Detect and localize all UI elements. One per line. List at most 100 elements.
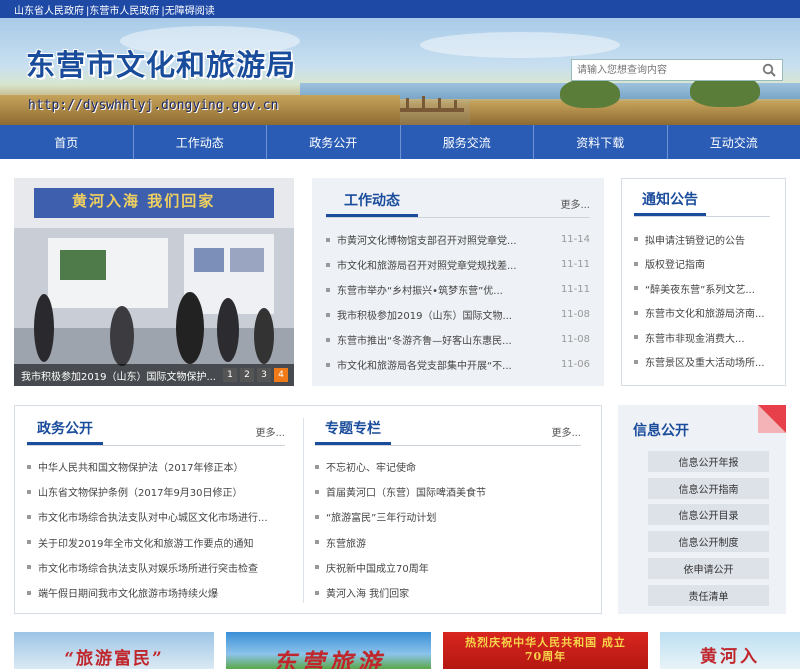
link-dongying-gov[interactable]: |东营市人民政府 [86,2,159,17]
work-news-header: 工作动态 更多... [326,190,590,218]
pier-icon [400,96,464,112]
nav-gov-affairs[interactable]: 政务公开 [267,125,401,159]
slider-page-1[interactable]: 1 [223,368,237,382]
news-slider[interactable]: 黄河入海 我们回家 我市积极参加2019（山东）国际文物保护... 1 2 3 … [14,178,294,386]
list-item[interactable]: 拟申请注销登记的公告 [634,227,778,252]
list-item[interactable]: 中华人民共和国文物保护法（2017年修正本） [27,454,297,479]
list-item[interactable]: 东营市举办“乡村振兴•筑梦东营”优... 11-11 [326,277,590,302]
bullet-icon [27,489,31,494]
bullet-icon [634,310,638,315]
list-item[interactable]: 市文化和旅游局召开对照党章党规找差... 11-11 [326,252,590,277]
gov-more-link[interactable]: 更多... [255,424,285,445]
notice-list: 拟申请注销登记的公告 版权登记指南 “醉美夜东营”系列文艺... 东营市文化和旅… [634,227,778,374]
nav-downloads[interactable]: 资料下载 [534,125,668,159]
special-title: 专题专栏 [315,418,391,445]
banner-70th-anniversary[interactable]: 热烈庆祝中华人民共和国 成立70周年 [443,632,648,669]
special-more-link[interactable]: 更多... [551,424,581,445]
bullet-icon [315,565,319,570]
nav-home[interactable]: 首页 [0,125,134,159]
info-apply-button[interactable]: 依申请公开 [648,558,769,579]
bullet-icon [634,359,638,364]
list-item[interactable]: 黄河入海 我们回家 [315,580,585,605]
list-item[interactable]: 市文化市场综合执法支队对娱乐场所进行突击检查 [27,555,297,580]
notice-panel: 通知公告 拟申请注销登记的公告 版权登记指南 “醉美夜东营”系列文艺... 东营… [621,178,786,386]
work-news-more-link[interactable]: 更多... [560,196,590,217]
list-item[interactable]: 端午假日期间我市文化旅游市场持续火爆 [27,580,297,605]
list-item[interactable]: “醉美夜东营”系列文艺... [634,276,778,301]
link-accessible-reading[interactable]: |无障碍阅读 [161,2,214,17]
site-title: 东营市文化和旅游局 [26,48,297,82]
banner-yellow-river[interactable]: 黄河入 [660,632,800,669]
banner-text: 黄河入 [700,647,760,667]
list-item[interactable]: 关于印发2019年全市文化和旅游工作要点的通知 [27,530,297,555]
bullet-icon [326,337,330,342]
top-links-bar: 山东省人民政府 |东营市人民政府 |无障碍阅读 [0,0,800,18]
search-input[interactable] [572,60,758,80]
slider-pagination: 1 2 3 4 [223,368,288,382]
bullet-icon [634,335,638,340]
bullet-icon [27,590,31,595]
notice-title: 通知公告 [634,189,706,216]
slider-page-2[interactable]: 2 [240,368,254,382]
slider-page-4[interactable]: 4 [274,368,288,382]
nav-interaction[interactable]: 互动交流 [668,125,800,159]
list-item[interactable]: 庆祝新中国成立70周年 [315,555,585,580]
site-url: http://dyswhhlyj.dongying.gov.cn [28,98,279,113]
search-box [571,59,783,81]
cloud-decoration [420,32,620,58]
bullet-icon [326,262,330,267]
bullet-icon [315,464,319,469]
list-item[interactable]: 首届黄河口（东营）国际啤酒美食节 [315,479,585,504]
reed-field-decoration [470,101,800,125]
list-item[interactable]: 不忘初心、牢记使命 [315,454,585,479]
bullet-icon [27,514,31,519]
bullet-icon [326,237,330,242]
list-item[interactable]: 市黄河文化博物馆支部召开对照党章党... 11-14 [326,227,590,252]
bullet-icon [315,590,319,595]
list-item[interactable]: 市文化和旅游局各党支部集中开展“不... 11-06 [326,352,590,377]
list-item[interactable]: 东营市非现金消费大... [634,325,778,350]
tree-decoration [560,78,620,108]
info-disclosure-panel: 信息公开 信息公开年报 信息公开指南 信息公开目录 信息公开制度 依申请公开 责… [618,405,786,614]
gov-special-panel: 政务公开 更多... 中华人民共和国文物保护法（2017年修正本） 山东省文物保… [14,405,602,614]
list-item[interactable]: 版权登记指南 [634,252,778,277]
gov-list: 中华人民共和国文物保护法（2017年修正本） 山东省文物保护条例（2017年9月… [27,454,297,605]
bullet-icon [634,286,638,291]
corner-fold-icon [758,405,786,433]
info-annual-report-button[interactable]: 信息公开年报 [648,451,769,472]
list-item[interactable]: 我市积极参加2019（山东）国际文物... 11-08 [326,302,590,327]
work-news-list: 市黄河文化博物馆支部召开对照党章党... 11-14 市文化和旅游局召开对照党章党… [326,227,590,377]
special-header: 专题专栏 更多... [315,418,581,446]
bullet-icon [326,287,330,292]
nav-work-news[interactable]: 工作动态 [134,125,267,159]
info-guide-button[interactable]: 信息公开指南 [648,478,769,499]
nav-service[interactable]: 服务交流 [401,125,534,159]
list-item[interactable]: 东营景区及重大活动场所... [634,350,778,375]
bullet-icon [315,489,319,494]
list-item[interactable]: 市文化市场综合执法支队对中心城区文化市场进行... [27,504,297,529]
info-system-button[interactable]: 信息公开制度 [648,531,769,552]
work-news-title: 工作动态 [326,190,418,217]
banner-text: 热烈庆祝中华人民共和国 成立70周年 [465,636,626,663]
gov-title: 政务公开 [27,418,103,445]
list-item[interactable]: 东营市推出“冬游齐鲁—好客山东惠民... 11-08 [326,327,590,352]
search-icon[interactable] [758,60,780,80]
banner-dongying-tourism[interactable]: 东营旅游 [226,632,431,669]
banner-text: 东营旅游 [272,648,385,669]
list-item[interactable]: 山东省文物保护条例（2017年9月30日修正） [27,479,297,504]
link-shandong-gov[interactable]: 山东省人民政府 [14,2,84,17]
bullet-icon [634,237,638,242]
list-item[interactable]: “旅游富民”三年行动计划 [315,504,585,529]
bullet-icon [27,540,31,545]
main-nav: 首页 工作动态 政务公开 服务交流 资料下载 互动交流 [0,125,800,159]
bullet-icon [326,312,330,317]
info-catalog-button[interactable]: 信息公开目录 [648,504,769,525]
work-news-panel: 工作动态 更多... 市黄河文化博物馆支部召开对照党章党... 11-14 市文化… [312,178,604,386]
slider-page-3[interactable]: 3 [257,368,271,382]
banner-tourism-prosperity[interactable]: “旅游富民” [14,632,214,669]
gov-header: 政务公开 更多... [27,418,285,446]
responsibility-list-button[interactable]: 责任清单 [648,585,769,606]
list-item[interactable]: 东营旅游 [315,530,585,555]
bullet-icon [326,362,330,367]
list-item[interactable]: 东营市文化和旅游局济南... [634,301,778,326]
